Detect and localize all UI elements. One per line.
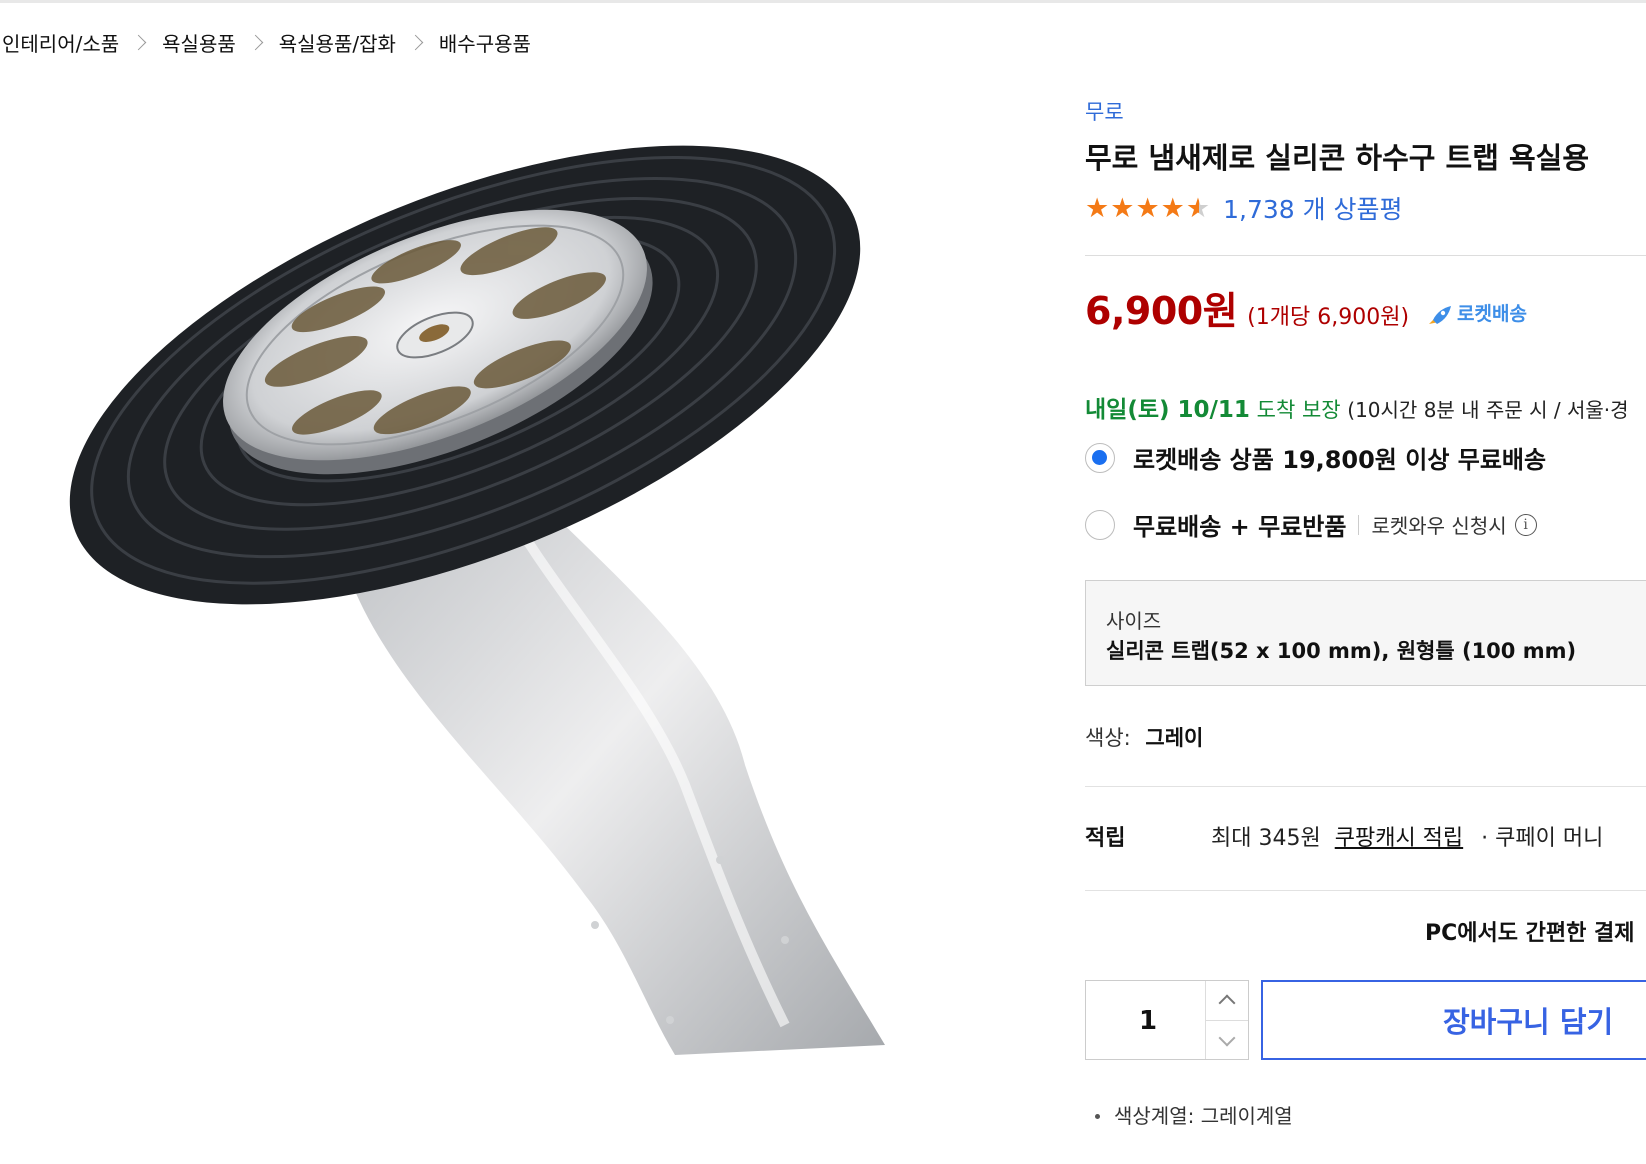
shipping-option-free[interactable]: 무료배송 + 무료반품 로켓와우 신청시 i [1085,507,1537,542]
quantity-input[interactable] [1086,981,1210,1061]
product-attribute: 색상계열: 그레이계열 [1085,1100,1293,1129]
info-icon[interactable]: i [1514,513,1537,536]
chevron-up-icon [1218,994,1236,1012]
breadcrumb-item[interactable]: 배수구용품 [439,28,531,57]
shipping-option-label: 로켓배송 상품 19,800원 이상 무료배송 [1133,446,1547,474]
shipping-option-label: 무료배송 + 무료반품 [1133,513,1347,541]
color-option: 색상: 그레이 [1085,722,1203,752]
quantity-decrease-button[interactable] [1206,1020,1248,1060]
quantity-buttons [1205,981,1248,1059]
pay-banner: PC에서도 간편한 결제 [1425,921,1635,946]
rating-row: ★ ★ ★ ★ ★ 1,738 개 상품평 [1085,190,1403,226]
divider [1085,786,1646,787]
brand-link[interactable]: 무로 [1085,96,1124,126]
star-half-icon: ★ [1185,192,1211,224]
delivery-date: 내일(토) 10/11 [1085,397,1250,423]
color-option-label: 색상: [1085,726,1131,750]
size-option-select[interactable]: 사이즈 실리콘 트랩(52 x 100 mm), 원형틀 (100 mm) [1085,580,1646,686]
reward-more: · 쿠페이 머니 [1481,826,1604,851]
review-count-link[interactable]: 1,738 개 상품평 [1223,190,1402,226]
rocket-icon [1429,306,1452,324]
top-border [0,0,1646,3]
delivery-guarantee: 도착 보장 [1256,398,1341,422]
sale-price: 6,900원 [1085,289,1238,333]
size-option-value: 실리콘 트랩(52 x 100 mm), 원형틀 (100 mm) [1106,639,1577,663]
star-icon: ★ [1160,192,1185,224]
chevron-right-icon [247,34,264,51]
breadcrumb-item[interactable]: 욕실용품 [162,28,236,57]
chevron-right-icon [130,34,147,51]
quantity-stepper [1085,980,1249,1061]
breadcrumb: 인테리어/소품 욕실용품 욕실용품/잡화 배수구용품 [2,28,531,57]
delivery-note: (10시간 8분 내 주문 시 / 서울·경 [1347,398,1629,422]
coupang-cash-link[interactable]: 쿠팡캐시 적립 [1335,820,1463,852]
star-icon: ★ [1085,192,1110,224]
shipping-option-rocket[interactable]: 로켓배송 상품 19,800원 이상 무료배송 [1085,440,1546,475]
radio-button-checked[interactable] [1085,442,1115,473]
star-icon: ★ [1135,192,1160,224]
rocket-delivery-badge: 로켓배송 [1425,299,1527,326]
add-to-cart-button[interactable]: 장바구니 담기 [1261,980,1646,1060]
star-rating[interactable]: ★ ★ ★ ★ ★ [1085,195,1211,222]
color-option-value: 그레이 [1145,726,1204,750]
reward-row: 적립 최대 345원 쿠팡캐시 적립 · 쿠페이 머니 [1085,820,1603,852]
divider [1358,514,1360,535]
reward-title: 적립 [1085,826,1126,851]
product-attribute-text: 색상계열: 그레이계열 [1114,1104,1293,1128]
quantity-increase-button[interactable] [1206,981,1248,1020]
breadcrumb-item[interactable]: 인테리어/소품 [2,28,119,57]
star-icon: ★ [1110,192,1135,224]
divider [1085,890,1646,891]
chevron-down-icon [1218,1029,1236,1047]
reward-amount: 최대 345원 [1211,826,1321,851]
shipping-option-sub: 로켓와우 신청시 [1371,514,1507,538]
price-row: 6,900원 (1개당 6,900원) 로켓배송 [1085,280,1527,335]
divider [1085,255,1646,256]
size-option-label: 사이즈 [1106,609,1162,633]
product-image[interactable] [25,125,905,1085]
chevron-right-icon [407,34,424,51]
rocket-delivery-label: 로켓배송 [1457,302,1527,325]
delivery-info: 내일(토) 10/11 도착 보장 (10시간 8분 내 주문 시 / 서울·경 [1085,390,1629,424]
breadcrumb-item[interactable]: 욕실용품/잡화 [279,28,396,57]
bullet [1095,1114,1100,1119]
unit-price: (1개당 6,900원) [1247,305,1410,330]
radio-button[interactable] [1085,509,1115,540]
product-title: 무로 냄새제로 실리콘 하수구 트랩 욕실용 [1085,141,1590,175]
